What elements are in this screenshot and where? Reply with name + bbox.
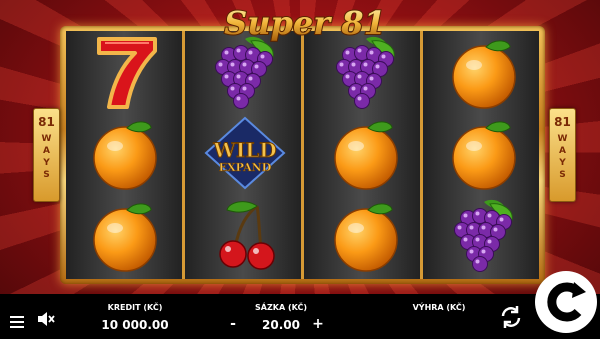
ways-number: 81 bbox=[38, 115, 55, 129]
kredit-label: KREDIT (KČ) bbox=[107, 303, 163, 312]
wild-text-2: EXPAND bbox=[219, 161, 272, 174]
sazka-value: 20.00 bbox=[262, 318, 300, 332]
vyhra-label: VÝHRA (KČ) bbox=[412, 303, 466, 312]
ways-number: 81 bbox=[554, 115, 571, 129]
wild-text-1: WILD bbox=[212, 138, 276, 162]
symbol-seven bbox=[85, 33, 165, 111]
symbol-grapes bbox=[326, 33, 406, 111]
symbol-cherries bbox=[205, 196, 285, 274]
symbol-grapes bbox=[444, 196, 524, 274]
autoplay-icon[interactable] bbox=[499, 305, 523, 329]
sound-muted-icon[interactable] bbox=[37, 311, 55, 327]
symbol-orange bbox=[444, 114, 524, 192]
symbol-orange bbox=[326, 196, 406, 274]
kredit-value: 10 000.00 bbox=[101, 318, 169, 332]
bet-increase-button[interactable]: + bbox=[311, 316, 325, 332]
symbol-orange bbox=[85, 114, 165, 192]
symbol-grapes bbox=[205, 33, 285, 111]
ways-label: WAYS bbox=[41, 134, 52, 180]
ways-badge-right: 81 WAYS bbox=[549, 108, 576, 202]
symbol-orange bbox=[326, 114, 406, 192]
menu-icon[interactable] bbox=[10, 313, 24, 328]
ways-label: WAYS bbox=[557, 134, 568, 180]
bet-decrease-button[interactable]: - bbox=[226, 316, 240, 332]
sazka-label: SÁZKA (KČ) bbox=[255, 303, 307, 312]
symbol-wild: WILD EXPAND bbox=[200, 114, 290, 192]
symbol-orange bbox=[85, 196, 165, 274]
ways-badge-left: 81 WAYS bbox=[33, 108, 60, 202]
symbol-orange bbox=[444, 33, 524, 111]
spin-button[interactable] bbox=[534, 270, 598, 334]
spin-icon bbox=[535, 271, 597, 333]
bottom-bar: KREDIT (KČ) 10 000.00 SÁZKA (KČ) - 20.00… bbox=[0, 294, 600, 339]
